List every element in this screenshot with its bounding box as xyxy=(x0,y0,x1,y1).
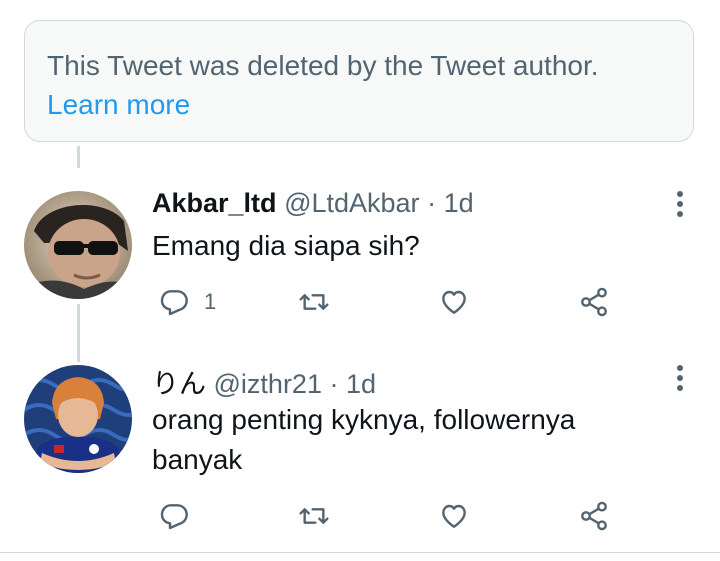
avatar[interactable] xyxy=(24,365,132,473)
separator-dot: · xyxy=(329,369,339,399)
retweet-button[interactable] xyxy=(298,284,330,320)
deleted-notice-text: This Tweet was deleted by the Tweet auth… xyxy=(47,50,599,81)
deleted-tweet-notice: This Tweet was deleted by the Tweet auth… xyxy=(24,20,694,142)
reply-button[interactable]: 1 xyxy=(158,284,216,320)
avatar-image xyxy=(24,365,132,473)
reply-button[interactable] xyxy=(158,498,204,534)
like-icon xyxy=(442,290,466,314)
like-button[interactable] xyxy=(438,284,470,320)
more-icon[interactable] xyxy=(666,364,694,392)
share-button[interactable] xyxy=(578,284,610,320)
tweet-header: りん @izthr21 · 1d xyxy=(152,362,376,401)
separator-dot: · xyxy=(427,188,437,218)
like-button[interactable] xyxy=(438,498,470,534)
retweet-icon xyxy=(299,508,329,524)
thread-line-top xyxy=(77,146,80,168)
tweet-text: orang penting kyknya, followernya banyak xyxy=(152,404,576,475)
more-icon[interactable] xyxy=(666,190,694,218)
avatar-image xyxy=(24,191,132,299)
learn-more-link[interactable]: Learn more xyxy=(47,85,671,125)
retweet-button[interactable] xyxy=(298,498,330,534)
user-handle[interactable]: @izthr21 xyxy=(214,369,322,399)
timestamp[interactable]: 1d xyxy=(444,188,474,218)
display-name[interactable]: Akbar_ltd xyxy=(152,188,277,218)
reply-icon xyxy=(160,290,188,316)
tweet-header: Akbar_ltd @LtdAkbar · 1d xyxy=(152,188,474,219)
retweet-icon xyxy=(299,294,329,310)
like-icon xyxy=(442,504,466,528)
share-button[interactable] xyxy=(578,498,610,534)
thread-line-middle xyxy=(77,304,80,362)
reply-icon xyxy=(160,504,188,530)
tweet-text: Emang dia siapa sih? xyxy=(152,230,420,261)
share-icon xyxy=(581,501,607,531)
timestamp[interactable]: 1d xyxy=(346,369,376,399)
bottom-divider xyxy=(0,552,720,553)
share-icon xyxy=(581,287,607,317)
avatar[interactable] xyxy=(24,191,132,299)
display-name[interactable]: りん xyxy=(152,369,206,399)
user-handle[interactable]: @LtdAkbar xyxy=(284,188,419,218)
reply-count: 1 xyxy=(204,289,217,314)
